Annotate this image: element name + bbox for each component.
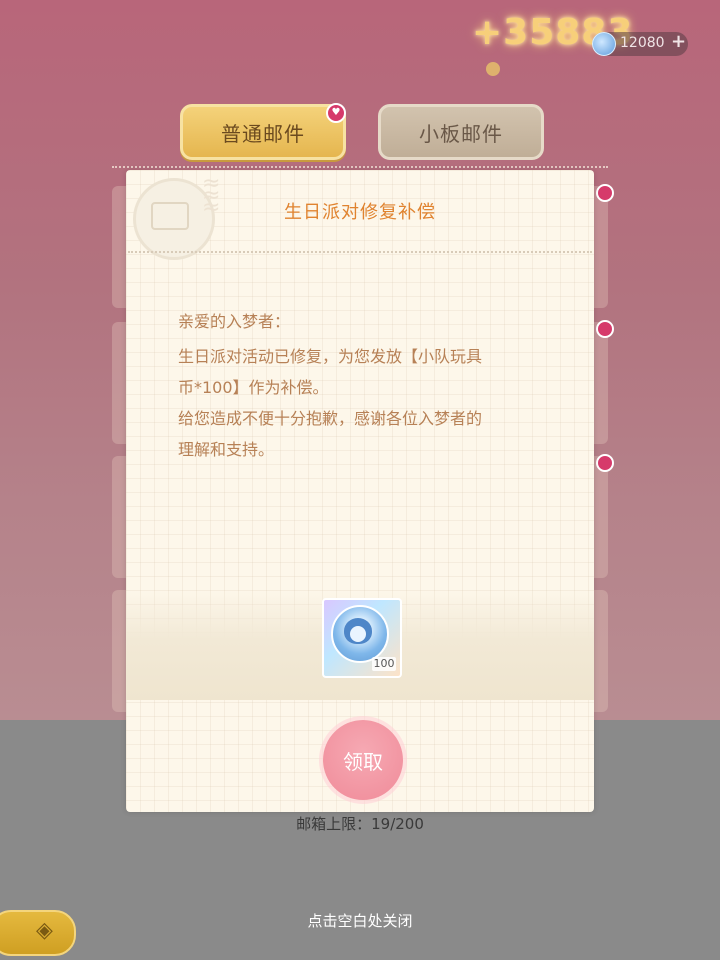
modal-divider — [128, 251, 592, 253]
coin-icon — [486, 62, 500, 76]
mail-line: 币*100】作为补偿。 — [178, 378, 329, 397]
tab-board-mail[interactable]: 小板邮件 — [378, 104, 544, 160]
mail-detail-modal — [126, 170, 594, 812]
list-divider — [112, 166, 608, 168]
mail-line: 生日派对活动已修复，为您发放【小队玩具 — [178, 347, 483, 366]
heart-badge-icon — [596, 184, 614, 202]
heart-badge-icon — [596, 454, 614, 472]
heart-badge-icon — [596, 320, 614, 338]
mail-line: 给您造成不便十分抱歉，感谢各位入梦者的 — [178, 409, 483, 428]
mail-title: 生日派对修复补偿 — [284, 202, 436, 223]
tab-normal-mail[interactable]: 普通邮件 — [180, 104, 346, 160]
mail-body: 亲爱的入梦者： 生日派对活动已修复，为您发放【小队玩具 币*100】作为补偿。 … — [178, 306, 538, 465]
mail-line: 理解和支持。 — [178, 440, 275, 459]
claim-button[interactable]: 领取 — [323, 720, 403, 800]
close-hint[interactable]: 点击空白处关闭 — [0, 910, 720, 931]
heart-badge-icon: ♥ — [326, 103, 346, 123]
currency-balance: 12080 — [620, 35, 665, 51]
mailbox-limit: 邮箱上限：19/200 — [296, 815, 424, 833]
reward-quantity: 100 — [372, 657, 396, 671]
gem-icon — [592, 32, 616, 56]
add-currency-button[interactable]: + — [671, 31, 686, 52]
mail-greeting: 亲爱的入梦者： — [178, 312, 291, 331]
penguin-belly-icon — [350, 626, 366, 642]
